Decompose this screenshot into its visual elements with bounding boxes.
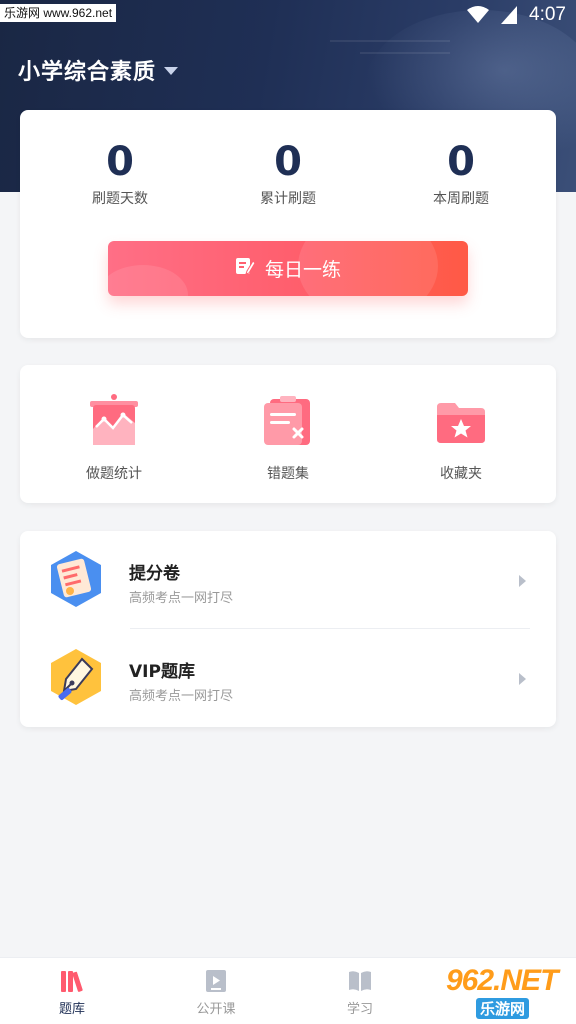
subject-selector[interactable]: 小学综合素质 bbox=[18, 54, 179, 86]
edit-note-icon bbox=[235, 256, 256, 281]
daily-practice-button[interactable]: 每日一练 bbox=[108, 241, 468, 296]
exam-paper-icon bbox=[51, 551, 101, 607]
open-book-icon bbox=[349, 971, 371, 991]
status-bar: 乐游网 www.962.net 4:07 bbox=[0, 0, 576, 30]
signal-icon bbox=[501, 6, 518, 24]
stat-value: 0 bbox=[447, 139, 475, 185]
stat-value: 0 bbox=[274, 139, 302, 185]
list-item-subtitle: 高频考点一网打尽 bbox=[129, 689, 234, 704]
list-item-title: VIP题库 bbox=[129, 662, 195, 682]
tab-question-bank[interactable]: 题库 bbox=[0, 958, 144, 1024]
stat-label: 累计刷题 bbox=[260, 191, 316, 207]
wrong-questions-icon bbox=[264, 396, 310, 445]
stats-card: 0 刷题天数 0 累计刷题 0 本周刷题 每日一练 bbox=[20, 110, 556, 338]
tab-study[interactable]: 学习 bbox=[288, 958, 432, 1024]
tool-label: 收藏夹 bbox=[440, 466, 482, 482]
chevron-down-icon bbox=[164, 67, 179, 75]
chart-icon bbox=[90, 394, 138, 445]
stat-label: 本周刷题 bbox=[433, 191, 489, 207]
tool-wrong-questions[interactable]: 错题集 bbox=[218, 393, 358, 483]
video-icon bbox=[206, 970, 226, 992]
list-item-vip-bank[interactable]: VIP题库 高频考点一网打尽 bbox=[20, 629, 556, 725]
stat-practice-days: 0 刷题天数 bbox=[40, 140, 200, 208]
favorites-folder-icon bbox=[437, 403, 485, 443]
button-decor bbox=[108, 265, 188, 296]
tab-open-class[interactable]: 公开课 bbox=[144, 958, 288, 1024]
status-right: 4:07 bbox=[467, 4, 566, 26]
tab-label: 公开课 bbox=[196, 1002, 236, 1017]
decor-line bbox=[330, 40, 450, 42]
tools-card: 做题统计 错题集 收藏夹 bbox=[20, 365, 556, 503]
tool-statistics[interactable]: 做题统计 bbox=[44, 393, 184, 483]
clock: 4:07 bbox=[529, 4, 566, 25]
chevron-right-icon bbox=[519, 673, 526, 685]
tool-label: 做题统计 bbox=[86, 466, 142, 482]
list-item-title: 提分卷 bbox=[129, 564, 180, 584]
stat-label: 刷题天数 bbox=[92, 191, 148, 207]
stat-total-questions: 0 累计刷题 bbox=[208, 140, 368, 208]
tab-label: 学习 bbox=[346, 1002, 373, 1017]
tool-favorites[interactable]: 收藏夹 bbox=[391, 393, 531, 483]
list-item-score-paper[interactable]: 提分卷 高频考点一网打尽 bbox=[20, 531, 556, 627]
stat-value: 0 bbox=[106, 139, 134, 185]
list-item-subtitle: 高频考点一网打尽 bbox=[129, 591, 234, 606]
books-icon bbox=[61, 971, 83, 992]
page-title: 小学综合素质 bbox=[18, 60, 157, 85]
chevron-right-icon bbox=[519, 575, 526, 587]
practice-list-card: 提分卷 高频考点一网打尽 VIP题库 高频考点一网打尽 bbox=[20, 531, 556, 727]
bottom-tab-bar: 题库 公开课 学习 bbox=[0, 957, 576, 1024]
tab-label: 题库 bbox=[58, 1002, 85, 1017]
decor-line bbox=[360, 52, 450, 54]
daily-practice-label: 每日一练 bbox=[264, 259, 341, 281]
site-watermark: 乐游网 www.962.net bbox=[0, 4, 117, 22]
wifi-icon bbox=[467, 6, 490, 23]
stat-week-questions: 0 本周刷题 bbox=[381, 140, 541, 208]
tool-label: 错题集 bbox=[267, 466, 309, 482]
pen-nib-icon bbox=[51, 649, 101, 705]
